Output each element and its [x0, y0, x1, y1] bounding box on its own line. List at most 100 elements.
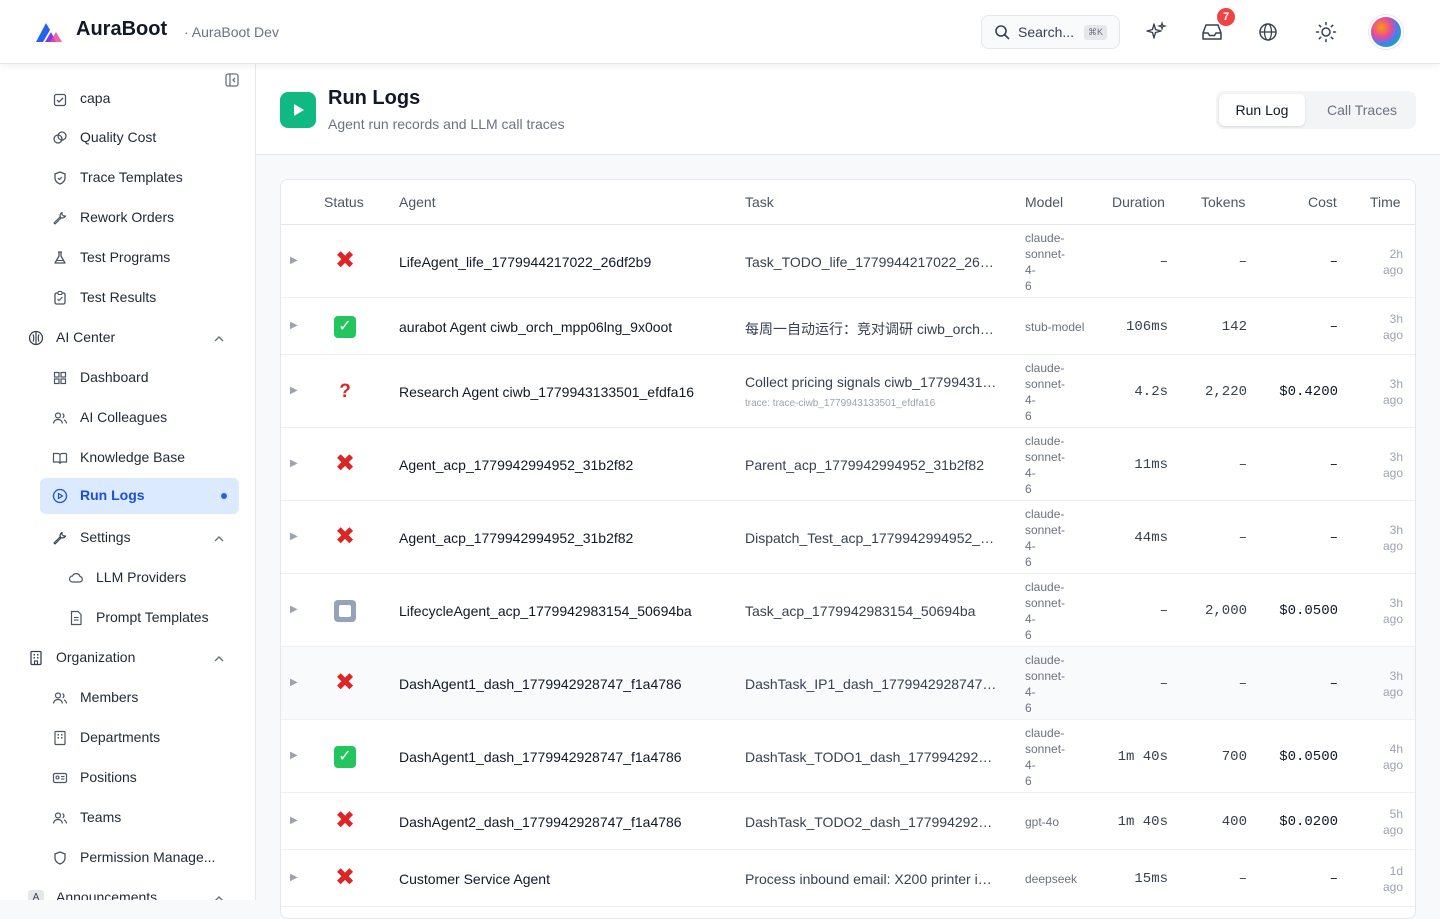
building-icon [30, 650, 42, 666]
auraboot-logo-icon[interactable] [34, 20, 64, 44]
cost-value: $0.0500 [1279, 602, 1338, 619]
search-input[interactable]: Search... ⌘K [981, 15, 1120, 49]
column-cost[interactable]: Cost [1308, 194, 1337, 210]
table-row[interactable]: ▶ ✓ DashAgent1_dash_1779942928747_f1a4786 D… [281, 720, 1415, 793]
expand-caret-icon[interactable]: ▶ [290, 750, 298, 761]
sidebar-item-members[interactable]: Members [0, 678, 255, 718]
sidebar-group-organization[interactable]: Organization [0, 638, 255, 678]
expand-caret-icon[interactable]: ▶ [290, 604, 298, 615]
model-name: deepseek [1025, 871, 1078, 886]
sidebar-item-departments[interactable]: Departments [0, 718, 255, 758]
sidebar-item-rework-orders[interactable]: Rework Orders [0, 198, 255, 238]
table-row[interactable]: ▶ ✖ Agent_acp_1779942994952_31b2f82 Dispatc… [281, 501, 1415, 574]
sidebar-item-llm-providers[interactable]: LLM Providers [0, 558, 255, 598]
chevron-up-icon[interactable] [212, 652, 226, 666]
expand-caret-icon[interactable]: ▶ [290, 385, 298, 396]
column-tokens[interactable]: Tokens [1201, 194, 1245, 210]
table-row[interactable]: ▶ ✖ LifeAgent_life_1779944217022_26df2b9 Ta… [281, 225, 1415, 298]
sparkles-icon[interactable] [1144, 20, 1168, 44]
expand-caret-icon[interactable]: ▶ [290, 320, 298, 331]
agent-name[interactable]: LifecycleAgent_acp_1779942983154_50694ba [399, 603, 692, 619]
duration-value: 1m 40s [1117, 813, 1168, 830]
column-agent[interactable]: Agent [399, 194, 436, 210]
column-model[interactable]: Model [1025, 194, 1063, 210]
task-name: DashTask_TODO2_dash_1779942928747_f1a478… [745, 813, 997, 830]
expand-caret-icon[interactable]: ▶ [290, 872, 298, 883]
sidebar-item-wrapper: Run Logs [0, 478, 255, 518]
task-name: DashTask_TODO1_dash_1779942928747_f1a478… [745, 748, 997, 765]
duration-value: 1m 40s [1117, 748, 1168, 765]
table-row[interactable]: ▶ ✓ aurabot Agent ciwb_orch_mpp06lng_9x0oo… [281, 298, 1415, 355]
sidebar-item-run-logs[interactable]: Run Logs [40, 478, 239, 514]
expand-caret-icon[interactable]: ▶ [290, 255, 298, 266]
duration-value: 11ms [1134, 456, 1168, 473]
column-task[interactable]: Task [745, 194, 774, 210]
workspace-name[interactable]: · AuraBoot Dev [184, 24, 279, 40]
agent-name[interactable]: DashAgent1_dash_1779942928747_f1a4786 [399, 676, 682, 692]
brand-name[interactable]: AuraBoot [76, 18, 167, 41]
table-row[interactable]: ▶ ✖ DashAgent2_dash_1779942928747_f1a4786 D… [281, 793, 1415, 850]
time-ago: 4h ago [1382, 741, 1403, 772]
model-name: claude- sonnet- 4- 6 [1025, 579, 1066, 642]
agent-name[interactable]: aurabot Agent ciwb_orch_mpp06lng_9x0oot [399, 319, 672, 335]
column-time[interactable]: Time [1370, 194, 1401, 210]
model-name: claude- sonnet- 4- 6 [1025, 652, 1066, 715]
agent-name[interactable]: LifeAgent_life_1779944217022_26df2b9 [399, 254, 651, 270]
globe-icon[interactable] [1256, 20, 1280, 44]
sidebar-group-settings[interactable]: Settings [0, 518, 255, 558]
agent-name[interactable]: Research Agent ciwb_1779943133501_efdfa1… [399, 384, 694, 400]
sidebar-item-dashboard[interactable]: Dashboard [0, 358, 255, 398]
play-icon [294, 104, 304, 116]
sidebar-item-test-programs[interactable]: Test Programs [0, 238, 255, 278]
clipboard-icon [54, 290, 66, 305]
column-status[interactable]: Status [324, 194, 364, 210]
page-title: Run Logs [328, 87, 421, 109]
sidebar-item-test-results[interactable]: Test Results [0, 278, 255, 318]
sun-icon[interactable] [1314, 20, 1338, 44]
sidebar-item-quality-cost[interactable]: Quality Cost [0, 118, 255, 158]
sidebar-item-knowledge-base[interactable]: Knowledge Base [0, 438, 255, 478]
sidebar-item-teams[interactable]: Teams [0, 798, 255, 838]
column-duration[interactable]: Duration [1112, 194, 1165, 210]
sidebar-item-label: Rework Orders [80, 209, 175, 225]
sidebar-item-label: AI Colleagues [80, 409, 168, 425]
expand-caret-icon[interactable]: ▶ [290, 677, 298, 688]
expand-caret-icon[interactable]: ▶ [290, 815, 298, 826]
search-icon [995, 25, 1010, 40]
expand-caret-icon[interactable]: ▶ [290, 458, 298, 469]
sidebar-group-ai-center[interactable]: AI Center [0, 318, 255, 358]
user-avatar[interactable] [1369, 15, 1403, 49]
chevron-up-icon[interactable] [212, 532, 226, 546]
table-row[interactable]: ▶ ✖ Customer Service Agent Process inbound … [281, 850, 1415, 907]
sidebar-item-ai-colleagues[interactable]: AI Colleagues [0, 398, 255, 438]
agent-name[interactable]: Agent_acp_1779942994952_31b2f82 [399, 530, 633, 546]
model-name: claude- sonnet- 4- 6 [1025, 360, 1066, 423]
chevron-up-icon[interactable] [212, 892, 226, 900]
chevron-up-icon[interactable] [212, 332, 226, 346]
tab-call-traces[interactable]: Call Traces [1312, 94, 1412, 126]
agent-name[interactable]: Customer Service Agent [399, 871, 550, 887]
search-placeholder: Search... [1018, 24, 1075, 40]
table-row[interactable]: ▶ ✖ Agent_acp_1779942994952_31b2f82 Parent_… [281, 428, 1415, 501]
expand-caret-icon[interactable]: ▶ [290, 531, 298, 542]
table-row[interactable]: ▶ ✖ DashAgent1_dash_1779942928747_f1a4786 D… [281, 647, 1415, 720]
agent-name[interactable]: DashAgent1_dash_1779942928747_f1a4786 [399, 749, 682, 765]
agent-name[interactable]: Agent_acp_1779942994952_31b2f82 [399, 457, 633, 473]
trace-id[interactable]: trace: trace-ciwb_1779943133501_efdfa16 [745, 398, 935, 409]
sidebar-item-prompt-templates[interactable]: Prompt Templates [0, 598, 255, 638]
task-name: DashTask_IP1_dash_1779942928747_f1a4786 [745, 675, 997, 692]
sidebar-group-announcements[interactable]: A Announcements [0, 878, 255, 900]
tab-run-log[interactable]: Run Log [1219, 94, 1305, 126]
table-row[interactable]: ▶? Research Agent ciwb_1779943133501_efdf… [281, 355, 1415, 428]
time-ago: 2h ago [1382, 246, 1403, 277]
table-row[interactable]: ▶ LifecycleAgent_acp_1779942983154_50694b… [281, 574, 1415, 647]
agent-name[interactable]: DashAgent2_dash_1779942928747_f1a4786 [399, 814, 682, 830]
cost-value: – [1329, 675, 1338, 692]
sidebar-item-capa[interactable]: capa [0, 78, 255, 118]
sidebar-item-positions[interactable]: Positions [0, 758, 255, 798]
sidebar-item-label: Test Programs [80, 249, 171, 265]
tokens-value: 400 [1221, 813, 1247, 830]
sidebar-item-permission-management[interactable]: Permission Manage... [0, 838, 255, 878]
sidebar-item-trace-templates[interactable]: Trace Templates [0, 158, 255, 198]
cost-value: $0.0200 [1279, 813, 1338, 830]
